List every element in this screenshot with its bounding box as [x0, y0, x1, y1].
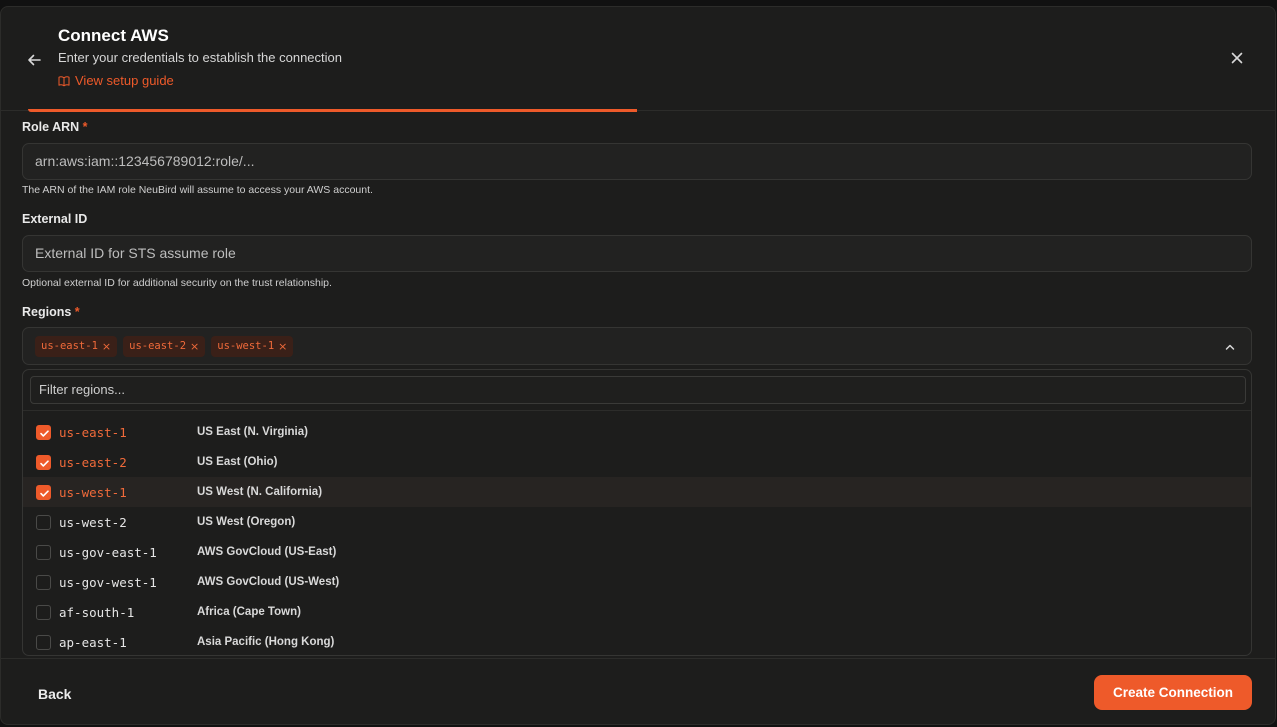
external-id-hint: Optional external ID for additional secu…: [22, 277, 332, 289]
role-arn-label: Role ARN *: [22, 120, 88, 134]
region-option[interactable]: us-east-1 US East (N. Virginia): [23, 417, 1251, 447]
region-option[interactable]: us-gov-east-1 AWS GovCloud (US-East): [23, 537, 1251, 567]
progress-bar: [1, 109, 1275, 112]
close-icon[interactable]: [1229, 50, 1245, 66]
divider: [23, 410, 1251, 411]
region-option[interactable]: ap-east-1 Asia Pacific (Hong Kong): [23, 627, 1251, 655]
region-name: US East (N. Virginia): [197, 426, 308, 438]
region-option[interactable]: us-east-2 US East (Ohio): [23, 447, 1251, 477]
region-chip: us-east-2 ×: [123, 335, 206, 357]
region-name: Africa (Cape Town): [197, 606, 301, 618]
region-option[interactable]: us-west-2 US West (Oregon): [23, 507, 1251, 537]
region-name: US East (Ohio): [197, 456, 278, 468]
region-chip-label: us-east-1: [41, 340, 98, 352]
region-option[interactable]: us-west-1 US West (N. California): [23, 477, 1251, 507]
check-icon: [40, 430, 49, 437]
page-title: Connect AWS: [58, 26, 169, 45]
region-name: AWS GovCloud (US-East): [197, 546, 337, 558]
required-mark: *: [74, 305, 80, 319]
regions-label: Regions *: [22, 305, 80, 319]
progress-fill: [28, 109, 637, 112]
back-button[interactable]: Back: [38, 686, 71, 702]
required-mark: *: [82, 120, 88, 134]
external-id-label: External ID: [22, 212, 88, 226]
region-chip-label: us-west-1: [217, 340, 275, 352]
region-name: US West (N. California): [197, 486, 323, 498]
region-checkbox[interactable]: [36, 545, 51, 560]
region-code: us-west-2: [59, 514, 127, 530]
role-arn-hint: The ARN of the IAM role NeuBird will ass…: [22, 184, 373, 196]
region-chip: us-west-1 ×: [211, 335, 294, 357]
modal-header: Connect AWS Enter your credentials to es…: [1, 7, 1275, 112]
filter-regions-input[interactable]: Filter regions...: [30, 376, 1246, 404]
remove-chip-icon[interactable]: ×: [278, 340, 287, 353]
check-icon: [40, 490, 49, 497]
chevron-up-icon[interactable]: [1223, 340, 1237, 354]
region-code: us-east-2: [59, 454, 127, 470]
region-code: ap-east-1: [59, 634, 127, 650]
region-code: us-west-1: [59, 484, 127, 500]
role-arn-input[interactable]: arn:aws:iam::123456789012:role/...: [22, 143, 1252, 180]
setup-guide-link[interactable]: View setup guide: [58, 73, 174, 88]
regions-multiselect[interactable]: us-east-1 × us-east-2 × us-west-1 ×: [22, 327, 1252, 365]
region-code: us-east-1: [59, 424, 127, 440]
modal-footer: Back Create Connection: [1, 658, 1275, 724]
region-checkbox[interactable]: [36, 515, 51, 530]
connect-aws-modal: Connect AWS Enter your credentials to es…: [0, 6, 1276, 725]
back-arrow-icon[interactable]: [25, 51, 43, 69]
region-option[interactable]: af-south-1 Africa (Cape Town): [23, 597, 1251, 627]
check-icon: [40, 460, 49, 467]
region-checkbox[interactable]: [36, 575, 51, 590]
region-checkbox[interactable]: [36, 605, 51, 620]
book-icon: [58, 75, 70, 86]
region-option[interactable]: us-gov-west-1 AWS GovCloud (US-West): [23, 567, 1251, 597]
region-chip-label: us-east-2: [129, 340, 187, 352]
region-name: AWS GovCloud (US-West): [197, 576, 340, 588]
remove-chip-icon[interactable]: ×: [102, 340, 111, 353]
region-code: us-gov-west-1: [59, 574, 157, 590]
remove-chip-icon[interactable]: ×: [190, 340, 199, 353]
create-connection-button[interactable]: Create Connection: [1094, 675, 1252, 710]
external-id-input[interactable]: External ID for STS assume role: [22, 235, 1252, 272]
region-checkbox[interactable]: [36, 635, 51, 650]
region-name: Asia Pacific (Hong Kong): [197, 636, 335, 648]
region-code: us-gov-east-1: [59, 544, 157, 560]
region-code: af-south-1: [59, 604, 135, 620]
setup-guide-label: View setup guide: [75, 73, 174, 88]
regions-dropdown: Filter regions... us-east-1 US East (N. V…: [22, 369, 1252, 656]
region-checkbox[interactable]: [36, 425, 51, 440]
page-subtitle: Enter your credentials to establish the …: [58, 50, 343, 65]
region-checkbox[interactable]: [36, 455, 51, 470]
region-checkbox[interactable]: [36, 485, 51, 500]
region-chip: us-east-1 ×: [35, 335, 118, 357]
region-name: US West (Oregon): [197, 516, 296, 528]
